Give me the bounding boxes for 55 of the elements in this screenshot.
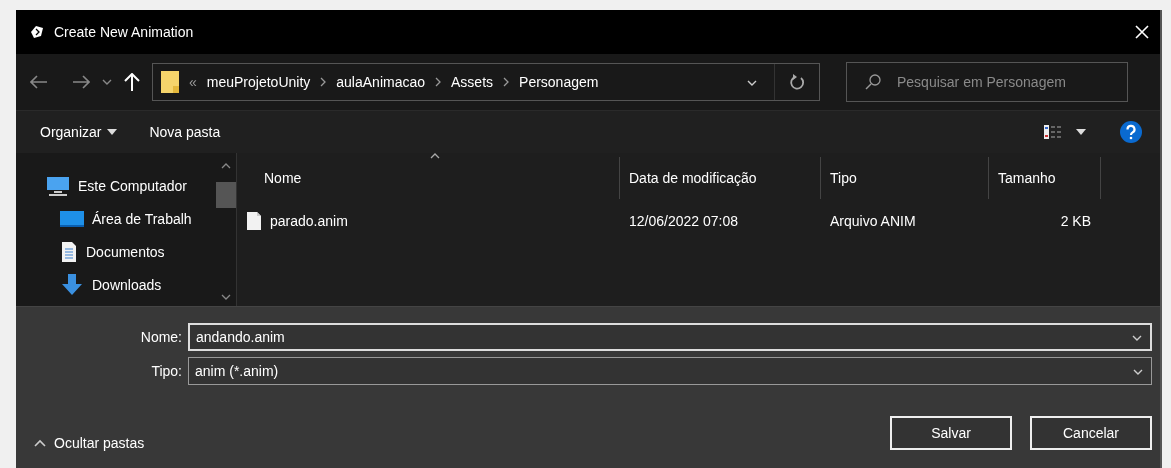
app-logo-icon xyxy=(30,25,44,39)
new-folder-button[interactable]: Nova pasta xyxy=(149,124,221,140)
chevron-right-icon xyxy=(503,77,510,87)
address-bar[interactable]: « meuProjetoUnity aulaAnimacao Assets Personagem xyxy=(152,63,820,101)
file-name-field[interactable]: andando.anim xyxy=(188,323,1152,351)
folder-icon xyxy=(161,70,179,94)
breadcrumb-item[interactable]: aulaAnimacao xyxy=(336,74,426,90)
computer-icon xyxy=(46,175,70,196)
close-icon[interactable] xyxy=(1134,24,1150,40)
sidebar-item[interactable]: Área de Trabalh xyxy=(16,202,216,235)
file-type-dropdown[interactable]: anim (*.anim) xyxy=(188,357,1152,385)
sidebar-item[interactable]: Documentos xyxy=(16,235,216,268)
column-header[interactable]: Tamanho xyxy=(989,157,1101,199)
sidebar-item[interactable]: Downloads xyxy=(16,268,216,301)
field-label: Nome: xyxy=(139,329,183,345)
search-icon xyxy=(865,74,881,90)
sidebar-item[interactable]: Este Computador xyxy=(16,169,216,202)
forward-arrow-icon[interactable] xyxy=(72,75,90,89)
hide-folders-toggle[interactable]: Ocultar pastas xyxy=(34,435,145,451)
breadcrumb-item[interactable]: meuProjetoUnity xyxy=(206,74,311,90)
document-icon xyxy=(60,240,78,263)
file-icon xyxy=(246,211,262,231)
help-icon[interactable] xyxy=(1120,121,1142,143)
chevron-right-icon xyxy=(320,77,327,87)
column-header[interactable]: Nome xyxy=(237,157,620,199)
file-name-cell[interactable]: parado.anim xyxy=(237,203,620,239)
table-cell-text: 2 KB xyxy=(1059,212,1092,231)
search-field[interactable]: Pesquisar em Personagem xyxy=(846,62,1128,102)
scroll-up-icon[interactable] xyxy=(221,163,231,169)
view-options-icon[interactable] xyxy=(1044,125,1088,139)
window-title: Create New Animation xyxy=(54,24,195,40)
breadcrumb-item[interactable]: Assets xyxy=(451,74,494,90)
chevron-down-icon[interactable] xyxy=(102,78,112,86)
chevron-up-icon xyxy=(34,439,46,447)
breadcrumb-item[interactable]: Personagem xyxy=(519,74,599,90)
desktop-icon xyxy=(60,209,84,228)
download-icon xyxy=(60,273,84,296)
save-button[interactable]: Salvar xyxy=(890,416,1012,450)
column-header[interactable]: Tipo xyxy=(821,157,989,199)
column-header[interactable]: Data de modificação xyxy=(620,157,821,199)
table-cell-text: Arquivo ANIM xyxy=(829,212,917,231)
table-cell-text: 12/06/2022 07:08 xyxy=(628,212,739,231)
back-arrow-icon[interactable] xyxy=(30,75,48,89)
scroll-down-icon[interactable] xyxy=(221,294,231,300)
up-arrow-icon[interactable] xyxy=(124,73,140,91)
overflow-crumb[interactable]: « xyxy=(189,74,197,90)
cancel-button[interactable]: Cancelar xyxy=(1030,416,1152,450)
refresh-icon[interactable] xyxy=(789,73,805,91)
chevron-right-icon xyxy=(435,77,442,87)
organize-menu[interactable]: Organizar xyxy=(40,124,118,140)
file-name-field[interactable]: andando.anim xyxy=(196,329,1130,345)
search-field[interactable]: Pesquisar em Personagem xyxy=(895,73,1119,91)
scrollbar-thumb[interactable] xyxy=(216,181,236,208)
caret-icon xyxy=(107,129,118,135)
field-label: Tipo: xyxy=(150,363,183,379)
